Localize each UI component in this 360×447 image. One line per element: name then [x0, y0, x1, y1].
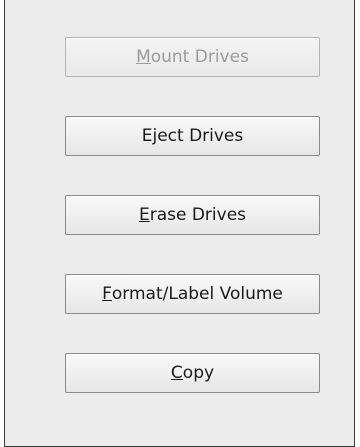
format-label-volume-button[interactable]: Format/Label Volume	[65, 274, 320, 314]
eject-drives-label: Eject Drives	[141, 126, 244, 146]
drive-actions-panel: Mount Drives Eject Drives Erase Drives F…	[4, 0, 355, 447]
copy-mnemonic: C	[170, 363, 183, 383]
mount-drives-mnemonic: M	[136, 47, 151, 67]
erase-drives-label: rase Drives	[149, 205, 247, 225]
erase-drives-button[interactable]: Erase Drives	[65, 195, 320, 235]
copy-label: opy	[182, 363, 215, 383]
eject-drives-button[interactable]: Eject Drives	[65, 116, 320, 156]
erase-drives-mnemonic: E	[138, 205, 150, 225]
mount-drives-label: ount Drives	[150, 47, 249, 67]
copy-button[interactable]: Copy	[65, 353, 320, 393]
format-label-volume-mnemonic: F	[102, 284, 112, 304]
mount-drives-button[interactable]: Mount Drives	[65, 37, 320, 77]
format-label-volume-label: ormat/Label Volume	[111, 284, 283, 304]
